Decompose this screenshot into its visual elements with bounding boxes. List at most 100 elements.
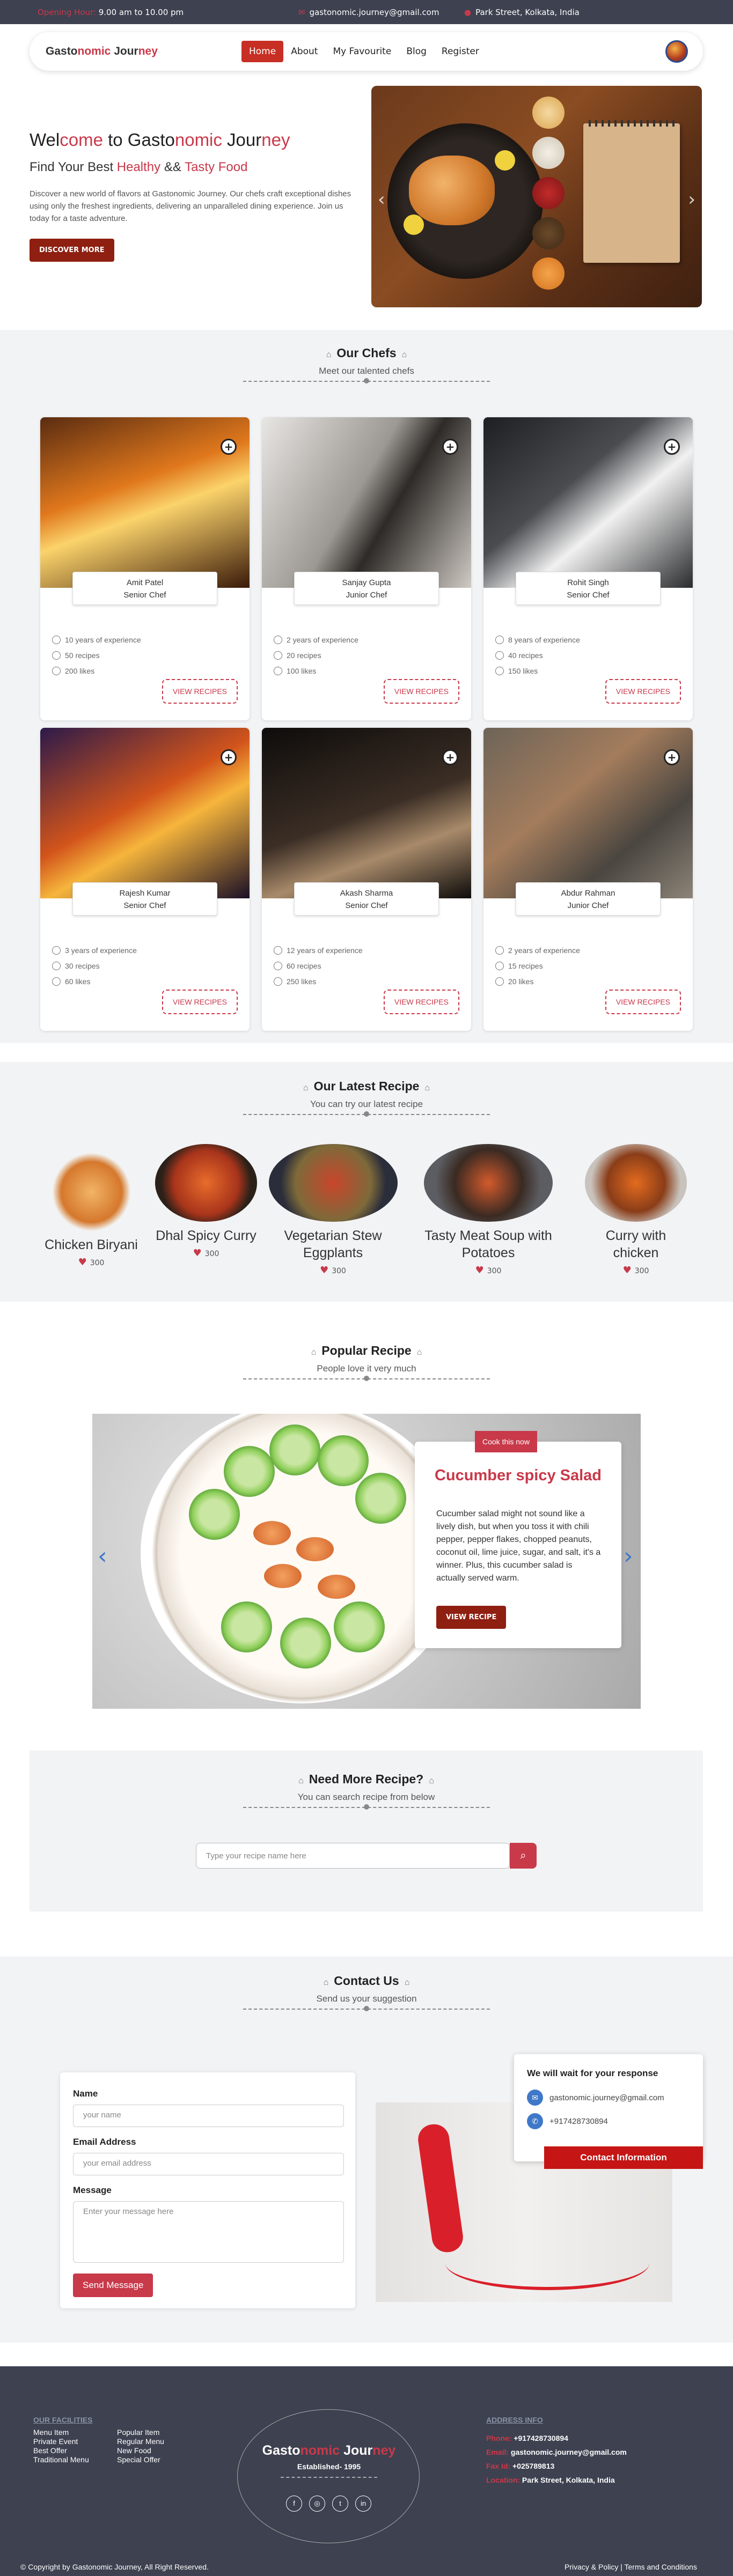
chef-hat-icon: ⌂ [429, 1776, 434, 1785]
linkedin-icon[interactable]: in [355, 2496, 371, 2512]
facebook-icon[interactable]: f [286, 2496, 302, 2512]
plus-icon[interactable]: + [664, 439, 680, 455]
heart-icon[interactable]: ♥ [475, 1265, 484, 1276]
chef-card: + Amit Patel Senior Chef 10 years of expe… [40, 417, 250, 720]
send-message-button[interactable]: Send Message [73, 2274, 153, 2297]
chef-card: + Abdur Rahman Junior Chef 2 years of exp… [483, 728, 693, 1031]
view-recipes-button[interactable]: VIEW RECIPES [162, 679, 238, 704]
chevron-left-icon[interactable]: ‹ [98, 1542, 107, 1570]
chef-stats: 10 years of experience 50 recipes 200 like… [52, 632, 141, 678]
topbar-address: ● Park Street, Kolkata, India [464, 7, 580, 17]
footer-link[interactable]: Traditional Menu [33, 2455, 89, 2464]
chef-name-card: Abdur Rahman Junior Chef [516, 882, 661, 916]
nav-about[interactable]: About [283, 41, 325, 62]
contact-info-card: We will wait for your response ✉ gastonom… [514, 2054, 703, 2169]
topbar-email[interactable]: ✉ gastonomic.journey@gmail.com [298, 8, 439, 17]
view-recipes-button[interactable]: VIEW RECIPES [383, 990, 459, 1014]
view-recipes-button[interactable]: VIEW RECIPES [605, 679, 681, 704]
search-icon: ⌕ [520, 1849, 526, 1862]
hero-image: ‹ › [371, 86, 702, 307]
divider [243, 1111, 490, 1120]
chef-hat-icon: ⌂ [404, 1978, 410, 1987]
email-field[interactable]: your email address [73, 2153, 344, 2175]
instagram-icon[interactable]: ◎ [309, 2496, 325, 2512]
search-button[interactable]: ⌕ [510, 1843, 537, 1869]
view-recipes-button[interactable]: VIEW RECIPES [605, 990, 681, 1014]
name-field[interactable]: your name [73, 2105, 344, 2127]
envelope-icon: ✉ [298, 7, 305, 17]
chefs-heading: ⌂ Our Chefs ⌂ Meet our talented chefs [0, 346, 733, 387]
footer-logo[interactable]: Gastonomic Journey [238, 2443, 420, 2459]
chef-card: + Akash Sharma Senior Chef 12 years of ex… [262, 728, 471, 1031]
chevron-right-icon[interactable]: › [624, 1542, 633, 1570]
chef-photo: + [40, 728, 250, 898]
footer-link[interactable]: New Food [117, 2446, 164, 2455]
chef-photo: + [262, 417, 471, 588]
chevron-right-icon[interactable]: › [688, 189, 695, 210]
plus-icon[interactable]: + [442, 439, 458, 455]
contact-email[interactable]: ✉ gastonomic.journey@gmail.com [527, 2090, 664, 2106]
avatar[interactable] [665, 40, 688, 63]
plus-icon[interactable]: + [221, 749, 237, 765]
cook-this-now-tag: Cook this now [475, 1431, 537, 1452]
divider [281, 2477, 377, 2478]
chef-hat-icon: ⌂ [424, 1083, 430, 1093]
footer-link[interactable]: Private Event [33, 2437, 89, 2446]
heart-icon[interactable]: ♥ [193, 1248, 202, 1259]
view-recipes-button[interactable]: VIEW RECIPES [383, 679, 459, 704]
top-bar: Opening Hour: 9.00 am to 10.00 pm ✉ gasto… [0, 0, 733, 24]
chef-name-card: Rohit Singh Senior Chef [516, 572, 661, 605]
popular-recipe-card: Cook this now Cucumber spicy Salad Cucum… [415, 1431, 621, 1648]
chef-name-card: Amit Patel Senior Chef [72, 572, 217, 605]
policy-links[interactable]: Privacy & Policy | Terms and Conditions [565, 2563, 697, 2571]
contact-information-button[interactable]: Contact Information [544, 2146, 703, 2169]
heart-icon[interactable]: ♥ [623, 1265, 632, 1276]
recipe-search-input[interactable]: Type your recipe name here [196, 1843, 510, 1869]
chef-photo: + [262, 728, 471, 898]
recipe-item[interactable]: Curry with chicken ♥ 300 [582, 1144, 690, 1276]
footer-link[interactable]: Best Offer [33, 2446, 89, 2455]
latest-heading: ⌂ Our Latest Recipe ⌂ You can try our late… [0, 1079, 733, 1120]
notebook [583, 120, 680, 263]
contact-phone[interactable]: ✆ +917428730894 [527, 2113, 608, 2129]
opening-hours: Opening Hour: 9.00 am to 10.00 pm [38, 7, 184, 17]
nav-menu: Home About My Favourite Blog Register [241, 41, 487, 62]
footer-link[interactable]: Menu Item [33, 2428, 89, 2437]
footer-link[interactable]: Special Offer [117, 2455, 164, 2464]
popular-heading: ⌂ Popular Recipe ⌂ People love it very muc… [0, 1344, 733, 1385]
footer-link[interactable]: Regular Menu [117, 2437, 164, 2446]
view-recipe-button[interactable]: VIEW RECIPE [436, 1606, 507, 1629]
recipe-image [155, 1144, 257, 1222]
recipe-item[interactable]: Dhal Spicy Curry ♥ 300 [152, 1144, 260, 1259]
plus-icon[interactable]: + [442, 749, 458, 765]
chef-stats: 12 years of experience 60 recipes 250 like… [274, 942, 363, 989]
chef-photo: + [40, 417, 250, 588]
footer-link[interactable]: Popular Item [117, 2428, 164, 2437]
chef-hat-icon: ⌂ [416, 1348, 422, 1357]
message-field[interactable]: Enter your message here [73, 2201, 344, 2263]
view-recipes-button[interactable]: VIEW RECIPES [162, 990, 238, 1014]
recipe-item[interactable]: Chicken Biryani ♥ 300 [38, 1153, 145, 1268]
hero-section: Welcome to Gastonomic Journey Find Your … [0, 86, 733, 322]
recipe-item[interactable]: Tasty Meat Soup with Potatoes ♥ 300 [416, 1144, 561, 1276]
chef-name-card: Rajesh Kumar Senior Chef [72, 882, 217, 916]
brand-logo[interactable]: Gastonomic Journey [46, 45, 158, 58]
location-pin-icon: ● [464, 7, 472, 17]
twitter-icon[interactable]: t [332, 2496, 348, 2512]
plus-icon[interactable]: + [664, 749, 680, 765]
recipe-item[interactable]: Vegetarian Stew Eggplants ♥ 300 [267, 1144, 399, 1276]
plus-icon[interactable]: + [221, 439, 237, 455]
recipe-image [52, 1153, 130, 1231]
nav-my-favourite[interactable]: My Favourite [325, 41, 399, 62]
nav-blog[interactable]: Blog [399, 41, 434, 62]
chevron-left-icon[interactable]: ‹ [378, 189, 385, 210]
discover-more-button[interactable]: DISCOVER MORE [30, 239, 114, 262]
nav-home[interactable]: Home [241, 41, 284, 62]
chef-hat-icon: ⌂ [303, 1083, 309, 1093]
chef-hat-icon: ⌂ [311, 1348, 317, 1357]
heart-icon[interactable]: ♥ [320, 1265, 328, 1276]
divider [243, 1376, 490, 1385]
hero-description: Discover a new world of flavors at Gasto… [30, 189, 351, 223]
heart-icon[interactable]: ♥ [78, 1257, 87, 1268]
nav-register[interactable]: Register [434, 41, 487, 62]
